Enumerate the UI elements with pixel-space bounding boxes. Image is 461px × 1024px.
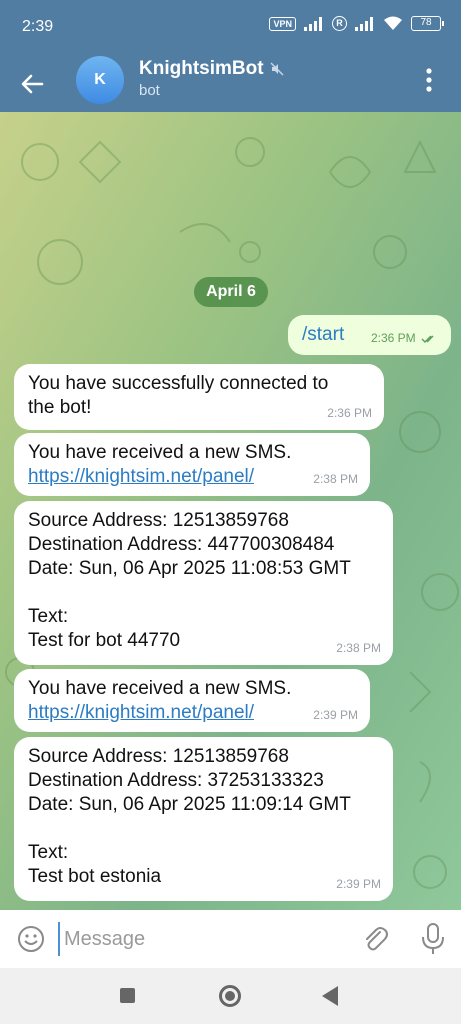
back-arrow-icon[interactable] [14, 66, 50, 102]
message-text: /start [302, 324, 345, 345]
status-bar: 2:39 VPN R 78 [0, 0, 461, 56]
incoming-message[interactable]: Source Address: 12513859768 Destination … [14, 501, 393, 665]
chat-title-text: KnightsimBot [139, 58, 264, 79]
message-line: Destination Address: 447700308484 [28, 534, 335, 555]
message-line: Text: [28, 606, 69, 627]
message-time: 2:36 PM [327, 406, 372, 420]
roaming-icon: R [332, 16, 347, 31]
incoming-message[interactable]: You have received a new SMS. https://kni… [14, 433, 370, 496]
message-line: Date: Sun, 06 Apr 2025 11:09:14 GMT [28, 794, 351, 815]
message-line: the bot! [28, 397, 92, 418]
system-nav-bar [0, 968, 461, 1024]
battery-icon: 78 [411, 16, 444, 31]
wifi-icon [384, 16, 402, 30]
signal-icon-2 [355, 16, 373, 31]
more-vert-icon[interactable] [411, 62, 447, 98]
message-time: 2:38 PM [313, 472, 358, 486]
message-line [28, 817, 379, 841]
outgoing-message[interactable]: /start 2:36 PM [288, 315, 451, 355]
message-time: 2:39 PM [313, 708, 358, 722]
avatar[interactable]: K [76, 56, 124, 104]
message-time: 2:36 PM [371, 326, 437, 350]
chat-title[interactable]: KnightsimBot [139, 58, 284, 80]
attach-icon[interactable] [360, 924, 390, 954]
message-line: Source Address: 12513859768 [28, 510, 289, 531]
vpn-icon: VPN [269, 16, 296, 31]
system-back-icon[interactable] [322, 986, 338, 1006]
chat-header: K KnightsimBot bot [0, 56, 461, 112]
message-line: You have received a new SMS. [28, 678, 292, 699]
chat-subtitle: bot [139, 82, 160, 99]
message-line: Source Address: 12513859768 [28, 746, 289, 767]
message-line: You have received a new SMS. [28, 442, 292, 463]
message-line: Date: Sun, 06 Apr 2025 11:08:53 GMT [28, 558, 351, 579]
message-time-text: 2:36 PM [370, 331, 416, 345]
recents-icon[interactable] [120, 988, 135, 1003]
muted-icon [270, 62, 284, 76]
message-link[interactable]: https://knightsim.net/panel/ [28, 701, 356, 725]
message-line: You have successfully connected to [28, 373, 329, 394]
message-composer [0, 910, 461, 968]
microphone-icon[interactable] [418, 922, 448, 956]
incoming-message[interactable]: Source Address: 12513859768 Destination … [14, 737, 393, 901]
status-time: 2:39 [22, 18, 54, 35]
message-line: Test bot estonia [28, 866, 162, 887]
incoming-message[interactable]: You have received a new SMS. https://kni… [14, 669, 370, 732]
message-time: 2:38 PM [336, 641, 381, 655]
date-chip: April 6 [194, 277, 268, 307]
emoji-icon[interactable] [16, 924, 46, 954]
message-line: Text: [28, 842, 69, 863]
double-check-icon [421, 335, 434, 343]
incoming-message[interactable]: You have successfully connected to the b… [14, 364, 384, 430]
message-line: Test for bot 44770 [28, 630, 181, 651]
message-line [28, 581, 379, 605]
message-line: Destination Address: 37253133323 [28, 770, 324, 791]
message-time: 2:39 PM [336, 877, 381, 891]
signal-icon [304, 16, 322, 31]
chat-area[interactable]: April 6 /start 2:36 PM You have successf… [0, 112, 461, 910]
message-link[interactable]: https://knightsim.net/panel/ [28, 465, 356, 489]
status-icons: VPN R 78 [269, 16, 444, 31]
home-icon[interactable] [219, 985, 241, 1007]
message-input[interactable] [58, 922, 338, 956]
